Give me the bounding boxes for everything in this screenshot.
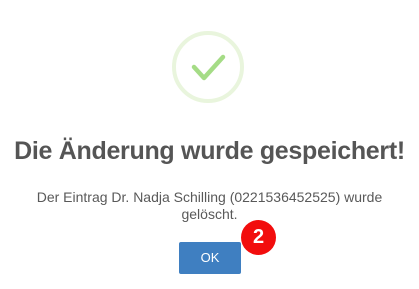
checkmark-icon [191,54,226,81]
dialog-title: Die Änderung wurde gespeichert! [14,137,405,165]
confirmation-dialog: Die Änderung wurde gespeichert! Der Eint… [0,0,419,289]
step-number-badge: 2 [241,220,276,255]
ok-button[interactable]: OK [179,242,241,274]
dialog-message: Der Eintrag Dr. Nadja Schilling (0221536… [36,189,383,222]
success-icon [172,31,244,103]
